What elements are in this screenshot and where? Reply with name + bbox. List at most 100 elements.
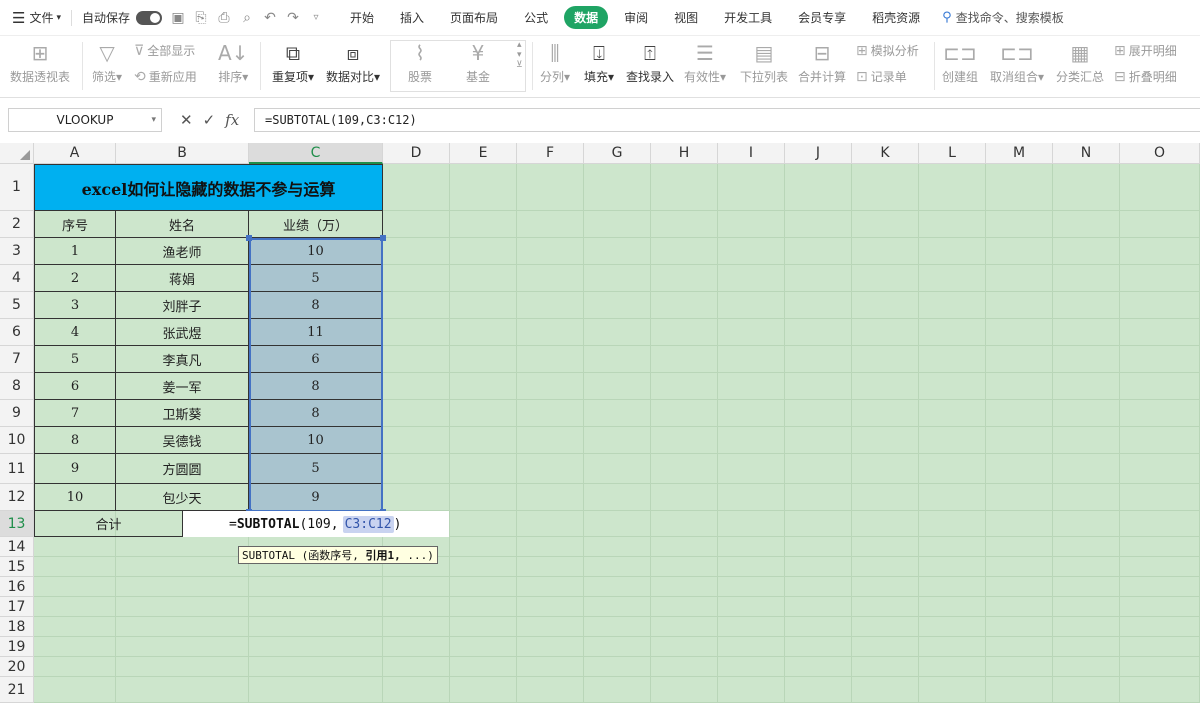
select-all-corner[interactable] bbox=[0, 143, 34, 164]
toggle-switch-icon[interactable] bbox=[136, 10, 163, 25]
row-header-14[interactable]: 14 bbox=[0, 537, 34, 557]
tab-view[interactable]: 视图 bbox=[664, 6, 708, 29]
cell-index[interactable]: 5 bbox=[34, 346, 116, 373]
duplicates-button[interactable]: ⧉ 重复项▾ bbox=[272, 40, 314, 85]
what-if-button[interactable]: ⊞ 模拟分析 bbox=[856, 42, 919, 59]
cell-name[interactable]: 吴德钱 bbox=[116, 427, 249, 454]
save-icon[interactable]: ▣ bbox=[170, 10, 186, 26]
selection-handle[interactable] bbox=[380, 235, 386, 241]
tab-member[interactable]: 会员专享 bbox=[788, 6, 856, 29]
customize-chevron-icon[interactable]: ▿ bbox=[308, 12, 324, 23]
column-header-m[interactable]: M bbox=[986, 143, 1053, 164]
total-label[interactable]: 合计 bbox=[34, 511, 183, 537]
tab-formulas[interactable]: 公式 bbox=[514, 6, 558, 29]
row-header-10[interactable]: 10 bbox=[0, 427, 34, 454]
cell-performance[interactable]: 5 bbox=[249, 454, 383, 484]
data-compare-button[interactable]: ⧈ 数据对比▾ bbox=[326, 40, 380, 85]
expand-detail-button[interactable]: ⊞ 展开明细 bbox=[1114, 42, 1177, 59]
confirm-icon[interactable]: ✓ bbox=[203, 111, 216, 129]
gallery-scroll[interactable]: ▴ ▾ ⊻ bbox=[516, 40, 523, 70]
column-header-o[interactable]: O bbox=[1120, 143, 1200, 164]
column-header-h[interactable]: H bbox=[651, 143, 718, 164]
cell-performance[interactable]: 6 bbox=[249, 346, 383, 373]
print-preview-icon[interactable]: ⌕ bbox=[239, 10, 255, 26]
row-header-15[interactable]: 15 bbox=[0, 557, 34, 577]
tab-home[interactable]: 开始 bbox=[340, 6, 384, 29]
autosave-toggle[interactable]: 自动保存 bbox=[82, 9, 163, 26]
cell-name[interactable]: 姜一军 bbox=[116, 373, 249, 400]
sheet-title[interactable]: excel如何让隐藏的数据不参与运算 bbox=[34, 164, 383, 211]
cell-performance[interactable]: 8 bbox=[249, 400, 383, 427]
column-header-d[interactable]: D bbox=[383, 143, 450, 164]
cell-name[interactable]: 方圆圆 bbox=[116, 454, 249, 484]
show-all-button[interactable]: ⊽ 全部显示 bbox=[134, 42, 195, 59]
file-menu[interactable]: ☰ 文件 ▾ bbox=[12, 9, 61, 27]
row-header-12[interactable]: 12 bbox=[0, 484, 34, 511]
pivot-table-button[interactable]: ⊞ 数据透视表 bbox=[10, 40, 70, 85]
column-header-j[interactable]: J bbox=[785, 143, 852, 164]
name-box[interactable]: VLOOKUP ▾ bbox=[8, 108, 162, 132]
reapply-button[interactable]: ⟲ 重新应用 bbox=[134, 68, 197, 85]
cell-index[interactable]: 7 bbox=[34, 400, 116, 427]
stocks-button[interactable]: ⌇ 股票 bbox=[408, 40, 432, 85]
tab-page-layout[interactable]: 页面布局 bbox=[440, 6, 508, 29]
row-header-18[interactable]: 18 bbox=[0, 617, 34, 637]
fill-button[interactable]: ⍗ 填充▾ bbox=[584, 40, 614, 85]
cell-performance[interactable]: 10 bbox=[249, 427, 383, 454]
column-header-n[interactable]: N bbox=[1053, 143, 1120, 164]
row-header-5[interactable]: 5 bbox=[0, 292, 34, 319]
cell-index[interactable]: 1 bbox=[34, 238, 116, 265]
tab-resources[interactable]: 稻壳资源 bbox=[862, 6, 930, 29]
column-header-f[interactable]: F bbox=[517, 143, 584, 164]
tab-data[interactable]: 数据 bbox=[564, 6, 609, 29]
column-header-g[interactable]: G bbox=[584, 143, 651, 164]
cell-index[interactable]: 10 bbox=[34, 484, 116, 511]
undo-icon[interactable]: ↶ bbox=[262, 10, 278, 26]
column-header-b[interactable]: B bbox=[116, 143, 249, 164]
row-header-8[interactable]: 8 bbox=[0, 373, 34, 400]
cell-index[interactable]: 9 bbox=[34, 454, 116, 484]
row-header-3[interactable]: 3 bbox=[0, 238, 34, 265]
cell-editor[interactable]: = SUBTOTAL (109, C3:C12) bbox=[183, 511, 449, 537]
consolidate-button[interactable]: ⊟ 合并计算 bbox=[798, 40, 846, 85]
row-header-19[interactable]: 19 bbox=[0, 637, 34, 657]
cell-index[interactable]: 3 bbox=[34, 292, 116, 319]
row-header-20[interactable]: 20 bbox=[0, 657, 34, 677]
tab-insert[interactable]: 插入 bbox=[390, 6, 434, 29]
cell-name[interactable]: 包少天 bbox=[116, 484, 249, 511]
export-icon[interactable]: ⎘ bbox=[193, 10, 209, 26]
cell-name[interactable]: 刘胖子 bbox=[116, 292, 249, 319]
cell-performance[interactable]: 11 bbox=[249, 319, 383, 346]
scroll-down-icon[interactable]: ▾ bbox=[517, 50, 522, 60]
collapse-detail-button[interactable]: ⊟ 折叠明细 bbox=[1114, 68, 1177, 85]
row-header-17[interactable]: 17 bbox=[0, 597, 34, 617]
sort-button[interactable]: A↓ 排序▾ bbox=[218, 40, 248, 85]
chevron-down-icon[interactable]: ▾ bbox=[151, 115, 156, 125]
command-search[interactable]: ⚲ 查找命令、搜索模板 bbox=[942, 9, 1064, 26]
split-column-button[interactable]: ⫼ 分列▾ bbox=[540, 40, 570, 85]
create-group-button[interactable]: ⊏⊐ 创建组 bbox=[942, 40, 978, 85]
cell-name[interactable]: 蒋娟 bbox=[116, 265, 249, 292]
row-header-21[interactable]: 21 bbox=[0, 677, 34, 703]
insert-function-icon[interactable]: fx bbox=[225, 111, 239, 129]
lookup-entry-button[interactable]: ⍐ 查找录入 bbox=[626, 40, 674, 85]
validity-button[interactable]: ☰ 有效性▾ bbox=[684, 40, 726, 85]
cell-index[interactable]: 4 bbox=[34, 319, 116, 346]
ungroup-button[interactable]: ⊏⊐ 取消组合▾ bbox=[990, 40, 1044, 85]
header-index[interactable]: 序号 bbox=[34, 211, 116, 238]
subtotal-button[interactable]: ▦ 分类汇总 bbox=[1056, 40, 1104, 85]
cell-name[interactable]: 渔老师 bbox=[116, 238, 249, 265]
cell-performance[interactable]: 5 bbox=[249, 265, 383, 292]
row-header-1[interactable]: 1 bbox=[0, 164, 34, 211]
row-header-11[interactable]: 11 bbox=[0, 454, 34, 484]
filter-button[interactable]: ▽ 筛选▾ bbox=[92, 40, 122, 85]
row-header-7[interactable]: 7 bbox=[0, 346, 34, 373]
cell-name[interactable]: 卫斯葵 bbox=[116, 400, 249, 427]
record-form-button[interactable]: ⊡ 记录单 bbox=[856, 68, 907, 85]
cell-performance[interactable]: 10 bbox=[249, 238, 383, 265]
row-header-2[interactable]: 2 bbox=[0, 211, 34, 238]
cell-index[interactable]: 6 bbox=[34, 373, 116, 400]
funds-button[interactable]: ¥ 基金 bbox=[466, 40, 490, 85]
cell-name[interactable]: 张武煜 bbox=[116, 319, 249, 346]
formula-input[interactable]: =SUBTOTAL(109,C3:C12) bbox=[254, 108, 1200, 132]
